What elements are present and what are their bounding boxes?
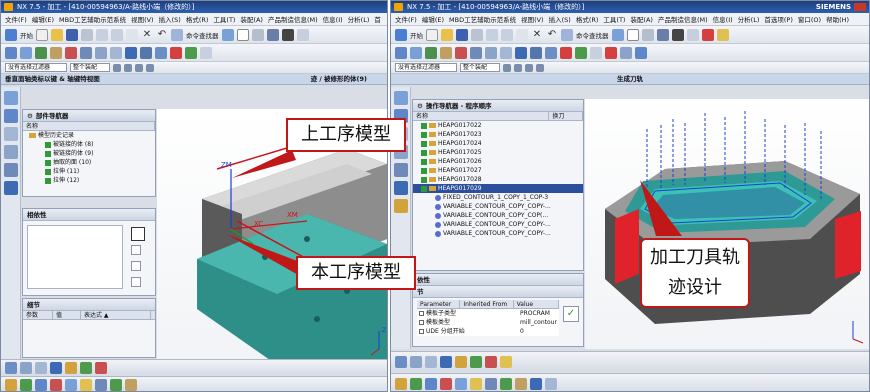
callout-upper-model: 上工序模型 (286, 118, 406, 152)
callout-current-model: 本工序模型 (296, 256, 416, 290)
callout-pointers (226, 150, 682, 276)
callout-toolpath-design: 加工刀具轨 迹设计 (640, 238, 750, 308)
